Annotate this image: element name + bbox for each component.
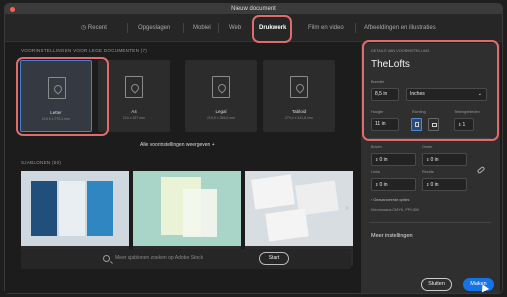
bleed-top-label: Boven: [371, 145, 382, 149]
bleed-bottom-value: 0 in: [430, 157, 439, 163]
bleed-bottom-label: Onder: [422, 145, 433, 149]
search-icon: [103, 255, 110, 262]
artboards-value: 1: [462, 122, 466, 128]
preset-tabloid[interactable]: Tabloid 279,4 x 431,8 mm: [263, 60, 335, 132]
presets-section-title: VOORINSTELLINGEN VOOR LEGE DOCUMENTEN (7…: [21, 48, 148, 53]
document-name-field[interactable]: TheLofts: [371, 59, 410, 70]
template-thumbnail: [21, 171, 129, 246]
clock-icon: ◷: [81, 25, 88, 31]
tab-web[interactable]: Web: [229, 14, 241, 42]
tab-mobiel[interactable]: Mobiel: [193, 14, 211, 42]
artboards-label: Tekengebieden: [454, 110, 480, 114]
bleed-left-label: Links: [371, 170, 380, 174]
advanced-options-label: Geavanceerde opties: [373, 198, 410, 202]
tab-afbeeldingen-en-illustraties[interactable]: Afbeeldingen en illustraties: [364, 14, 436, 42]
unit-value: Inches: [410, 91, 425, 97]
document-icon: [125, 76, 143, 98]
tab-recent[interactable]: ◷ Recent: [81, 14, 107, 42]
preset-size: 215,9 x 355,6 mm: [206, 116, 235, 120]
template-thumbnail: [245, 171, 353, 246]
tab-highlight: [252, 15, 292, 43]
stock-search-bar[interactable]: Meer sjablonen zoeken op Adobe Stock Sta…: [21, 249, 351, 269]
details-section-title: DETAILS VAN VOORINSTELLING: [371, 49, 430, 53]
width-field[interactable]: 8,5 in: [371, 88, 399, 101]
tab-opgeslagen[interactable]: Opgeslagen: [138, 14, 170, 42]
document-icon: [290, 76, 308, 98]
preset-size: 279,4 x 431,8 mm: [284, 116, 313, 120]
template-thumbnail: [133, 171, 241, 246]
tab-film-en-video[interactable]: Film en video: [308, 14, 344, 42]
preset-name: Tabloid: [291, 109, 307, 114]
close-button[interactable]: Sluiten: [421, 278, 452, 291]
bleed-left-value: 0 in: [379, 182, 388, 188]
width-label: Breedte: [371, 80, 385, 84]
chevron-down-icon: ⌄: [477, 91, 482, 97]
window-title: Nieuw document: [231, 6, 276, 12]
height-field[interactable]: 11 in: [371, 118, 399, 131]
show-all-presets-link[interactable]: Alle voorinstellingen weergeven +: [140, 142, 215, 148]
templates-section-title: SJABLONEN (50): [21, 160, 62, 165]
height-label: Hoogte: [371, 110, 384, 114]
bleed-top-value: 0 in: [379, 157, 388, 163]
chevron-right-icon[interactable]: ›: [346, 205, 348, 212]
bleed-left-field[interactable]: ⇕ 0 in: [371, 178, 416, 191]
bleed-top-field[interactable]: ⇕ 0 in: [371, 153, 416, 166]
bleed-right-field[interactable]: ⇕ 0 in: [422, 178, 467, 191]
search-input[interactable]: Meer sjablonen zoeken op Adobe Stock: [115, 255, 203, 261]
landscape-icon: [432, 123, 437, 127]
document-icon: [212, 76, 230, 98]
bleed-right-value: 0 in: [430, 182, 439, 188]
bleed-right-label: Rechts: [422, 170, 434, 174]
portrait-orientation-button[interactable]: [411, 118, 422, 131]
more-settings-button[interactable]: Meer instellingen: [371, 233, 413, 239]
landscape-orientation-button[interactable]: [428, 118, 439, 131]
portrait-icon: [415, 122, 419, 127]
artboards-field[interactable]: ⇕ 1: [454, 118, 474, 131]
bleed-bottom-field[interactable]: ⇕ 0 in: [422, 153, 467, 166]
create-button[interactable]: Maken: [463, 278, 494, 291]
orientation-label: Richting: [412, 110, 426, 114]
preset-highlight: [16, 57, 109, 136]
close-window-button[interactable]: [10, 7, 15, 12]
advanced-options-toggle[interactable]: › Geavanceerde opties: [371, 198, 409, 202]
start-button[interactable]: Start: [259, 252, 289, 265]
color-mode-info: Kleurmodus:CMYK, PPI:300: [371, 208, 419, 212]
preset-name: Legal: [215, 109, 227, 114]
preset-legal[interactable]: Legal 215,9 x 355,6 mm: [185, 60, 257, 132]
unit-select[interactable]: Inches ⌄: [406, 88, 487, 101]
